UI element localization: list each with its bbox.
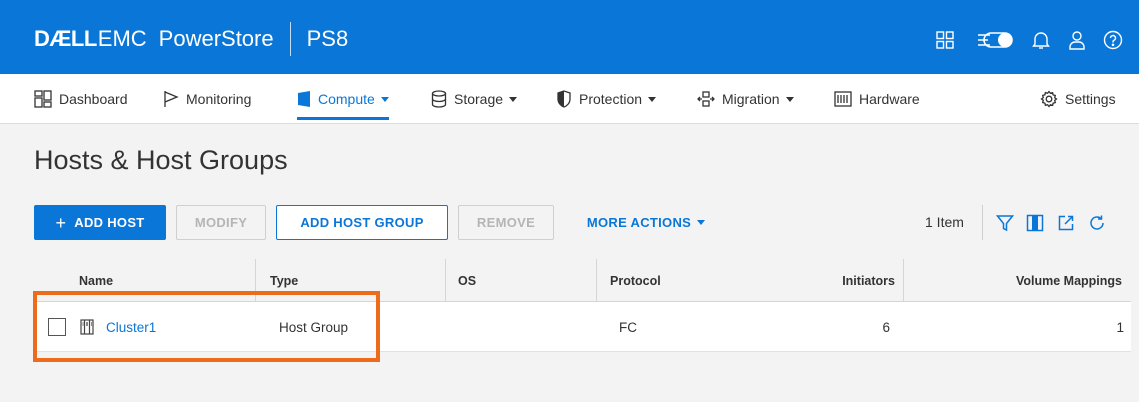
column-divider[interactable] <box>445 259 446 302</box>
hosts-table: Name Type OS Protocol Initiators Volume … <box>34 259 1131 352</box>
nav-settings[interactable]: Settings <box>1040 74 1116 124</box>
host-group-icon <box>80 319 94 340</box>
nav-protection[interactable]: Protection <box>556 74 657 124</box>
page-title: Hosts & Host Groups <box>34 145 288 175</box>
toolbar-divider <box>982 205 983 240</box>
host-name-link[interactable]: Cluster1 <box>106 302 156 352</box>
nav-protection-label: Protection <box>579 91 643 107</box>
nav-storage-label: Storage <box>454 91 504 107</box>
bell-icon[interactable] <box>1029 28 1053 52</box>
nav-monitoring[interactable]: Monitoring <box>163 74 251 124</box>
nav-settings-label: Settings <box>1065 91 1116 107</box>
brand-logo[interactable]: DÆLL EMC PowerStore PS8 <box>34 22 349 56</box>
dashboard-icon <box>34 90 52 108</box>
nav-dashboard-label: Dashboard <box>59 91 128 107</box>
help-icon[interactable] <box>1101 28 1125 52</box>
add-host-label: ADD HOST <box>74 215 145 230</box>
more-actions-button[interactable]: MORE ACTIONS <box>576 205 716 240</box>
dell-wordmark: DÆLL <box>34 26 97 51</box>
nav-dashboard[interactable]: Dashboard <box>34 74 128 124</box>
host-initiators-cell: 6 <box>882 319 890 335</box>
nav-migration-label: Migration <box>722 91 780 107</box>
column-header-protocol[interactable]: Protocol <box>610 259 661 302</box>
chevron-down-icon <box>648 96 657 102</box>
row-checkbox[interactable] <box>48 318 66 336</box>
column-header-initiators[interactable]: Initiators <box>734 259 895 302</box>
user-icon[interactable] <box>1065 28 1089 52</box>
hardware-icon <box>834 91 852 107</box>
column-header-type[interactable]: Type <box>270 259 298 302</box>
chevron-down-icon <box>785 96 794 102</box>
column-header-volume-mappings[interactable]: Volume Mappings <box>914 259 1122 302</box>
compute-icon <box>298 91 310 107</box>
remove-button[interactable]: REMOVE <box>458 205 554 240</box>
column-header-name[interactable]: Name <box>79 259 113 302</box>
more-actions-label: MORE ACTIONS <box>586 215 692 230</box>
brand-divider <box>289 22 291 56</box>
product-name: PowerStore <box>158 26 274 51</box>
item-count: 1 Item <box>925 214 964 230</box>
modify-button[interactable]: MODIFY <box>176 205 266 240</box>
table-header: Name Type OS Protocol Initiators Volume … <box>34 259 1131 302</box>
column-divider[interactable] <box>596 259 597 302</box>
column-header-os[interactable]: OS <box>458 259 476 302</box>
chevron-down-icon <box>509 96 518 102</box>
shield-icon <box>557 90 571 108</box>
table-row[interactable]: Cluster1 Host Group FC 6 1 <box>34 302 1131 352</box>
flag-icon <box>164 91 179 107</box>
host-type-cell: Host Group <box>279 319 349 335</box>
nav-compute-label: Compute <box>318 91 375 107</box>
nav-storage[interactable]: Storage <box>431 74 518 124</box>
gear-icon <box>1040 90 1058 108</box>
nav-hardware-label: Hardware <box>859 91 920 107</box>
system-name: PS8 <box>306 26 349 51</box>
nav-compute[interactable]: Compute <box>297 74 389 124</box>
column-divider[interactable] <box>255 259 256 302</box>
refresh-icon[interactable] <box>1086 212 1108 234</box>
plus-icon: + <box>55 212 67 233</box>
add-host-button[interactable]: + ADD HOST <box>34 205 166 240</box>
add-host-group-button[interactable]: ADD HOST GROUP <box>276 205 448 240</box>
top-header-bar: DÆLL EMC PowerStore PS8 <box>0 0 1139 74</box>
filter-icon[interactable] <box>994 212 1016 234</box>
chevron-down-icon <box>697 220 706 225</box>
nav-hardware[interactable]: Hardware <box>834 74 920 124</box>
grid-icon[interactable] <box>933 28 957 52</box>
nav-monitoring-label: Monitoring <box>186 91 252 107</box>
emc-wordmark: EMC <box>97 26 147 51</box>
host-protocol-cell: FC <box>619 319 637 335</box>
column-divider[interactable] <box>903 259 904 302</box>
columns-icon[interactable] <box>1024 212 1046 234</box>
export-icon[interactable] <box>1055 212 1077 234</box>
main-nav: Dashboard Monitoring Compute Storage Pro… <box>0 74 1139 124</box>
toggle-icon[interactable] <box>975 28 1017 52</box>
storage-icon <box>431 90 447 108</box>
migration-icon <box>697 91 715 107</box>
chevron-down-icon <box>380 96 389 102</box>
host-volume-mappings-cell: 1 <box>1116 319 1124 335</box>
nav-migration[interactable]: Migration <box>697 74 794 124</box>
